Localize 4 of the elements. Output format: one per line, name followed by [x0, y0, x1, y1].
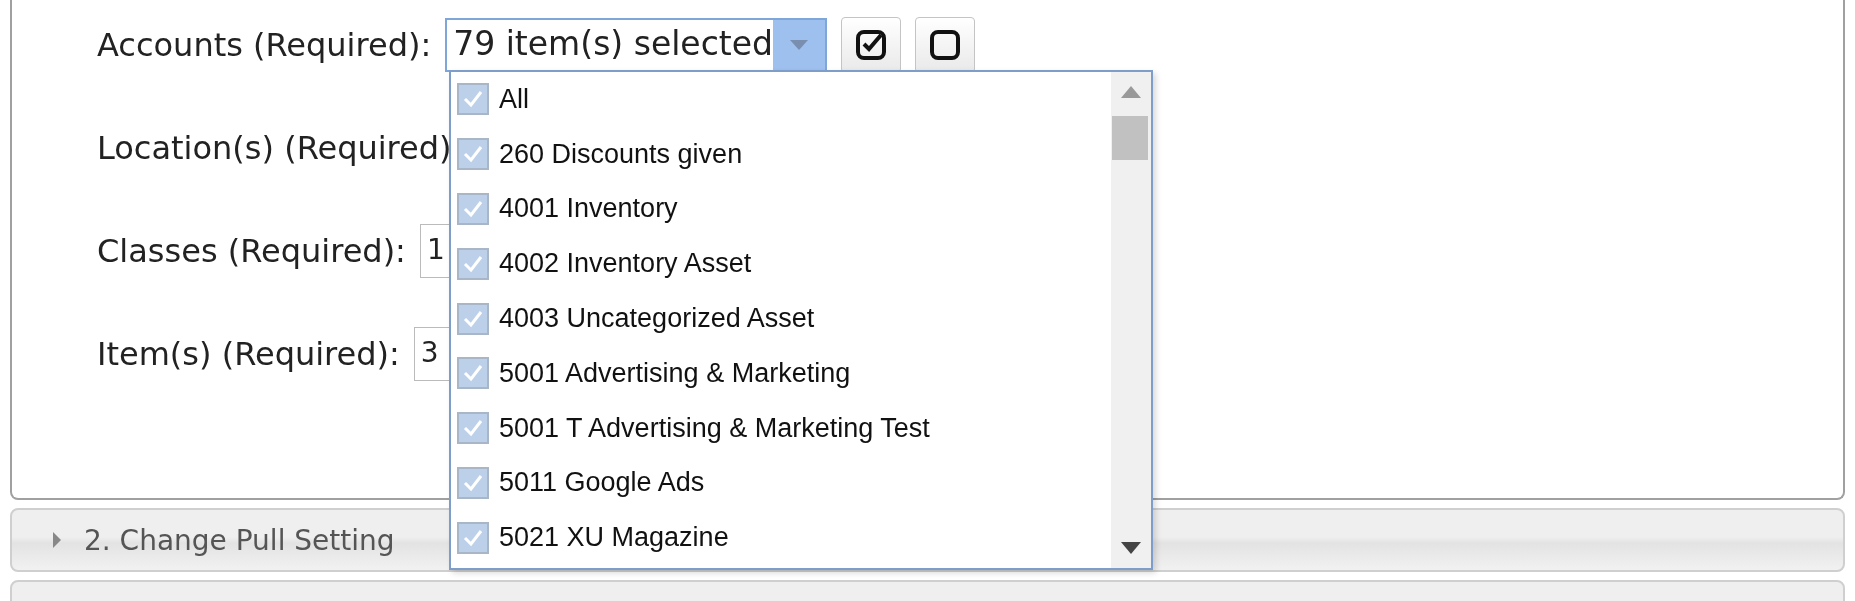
field-label: Location(s) (Required)	[97, 129, 452, 167]
field-label: Accounts (Required):	[97, 26, 432, 64]
field-label: Item(s) (Required):	[97, 335, 400, 373]
field-label: Classes (Required):	[97, 232, 406, 270]
